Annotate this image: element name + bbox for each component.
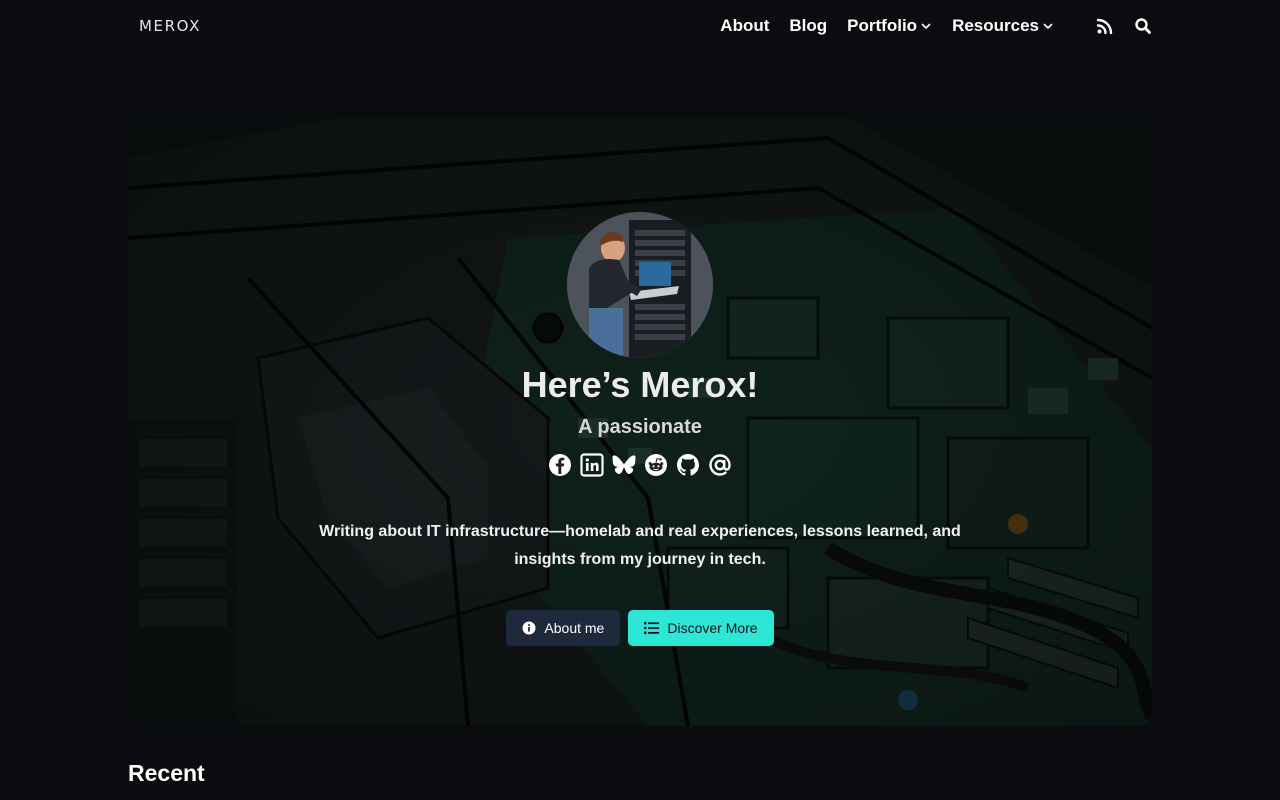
- about-me-label: About me: [544, 620, 605, 636]
- bluesky-icon[interactable]: [612, 453, 636, 477]
- nav-resources-dropdown[interactable]: Resources: [952, 16, 1054, 36]
- top-navigation: MEROX About Blog Portfolio Resources: [0, 0, 1280, 52]
- nav-about-link[interactable]: About: [720, 16, 769, 36]
- main-nav: About Blog Portfolio Resources: [720, 14, 1152, 38]
- email-icon[interactable]: [708, 453, 732, 477]
- info-icon: [522, 621, 536, 635]
- discover-more-button[interactable]: Discover More: [628, 610, 774, 646]
- search-icon[interactable]: [1134, 17, 1152, 35]
- hero-title: Here’s Merox!: [521, 364, 759, 405]
- nav-portfolio-label: Portfolio: [847, 16, 918, 35]
- about-me-button[interactable]: About me: [506, 610, 621, 646]
- rss-icon[interactable]: [1096, 17, 1114, 35]
- linkedin-icon[interactable]: [580, 453, 604, 477]
- hero-actions: About me Discover More: [128, 610, 1152, 646]
- list-icon: [644, 622, 660, 634]
- reddit-icon[interactable]: [644, 453, 668, 477]
- nav-blog-label: Blog: [789, 16, 828, 35]
- hero-subtitle: A passionate: [578, 416, 702, 438]
- social-links: [128, 453, 1152, 477]
- site-logo[interactable]: MEROX: [139, 17, 201, 35]
- hero-description: Writing about IT infrastructure—homelab …: [319, 523, 961, 568]
- facebook-icon[interactable]: [548, 453, 572, 477]
- nav-blog-link[interactable]: Blog: [789, 16, 827, 36]
- discover-more-label: Discover More: [667, 620, 758, 636]
- nav-portfolio-dropdown[interactable]: Portfolio: [847, 16, 932, 36]
- chevron-down-icon: [920, 20, 932, 32]
- github-icon[interactable]: [676, 453, 700, 477]
- recent-section-heading: Recent: [128, 760, 205, 786]
- chevron-down-icon: [1042, 20, 1054, 32]
- nav-resources-label: Resources: [952, 16, 1039, 35]
- hero-banner: Here’s Merox! A passionate Writing about…: [128, 118, 1152, 726]
- nav-about-label: About: [720, 16, 770, 35]
- profile-avatar: [567, 212, 713, 358]
